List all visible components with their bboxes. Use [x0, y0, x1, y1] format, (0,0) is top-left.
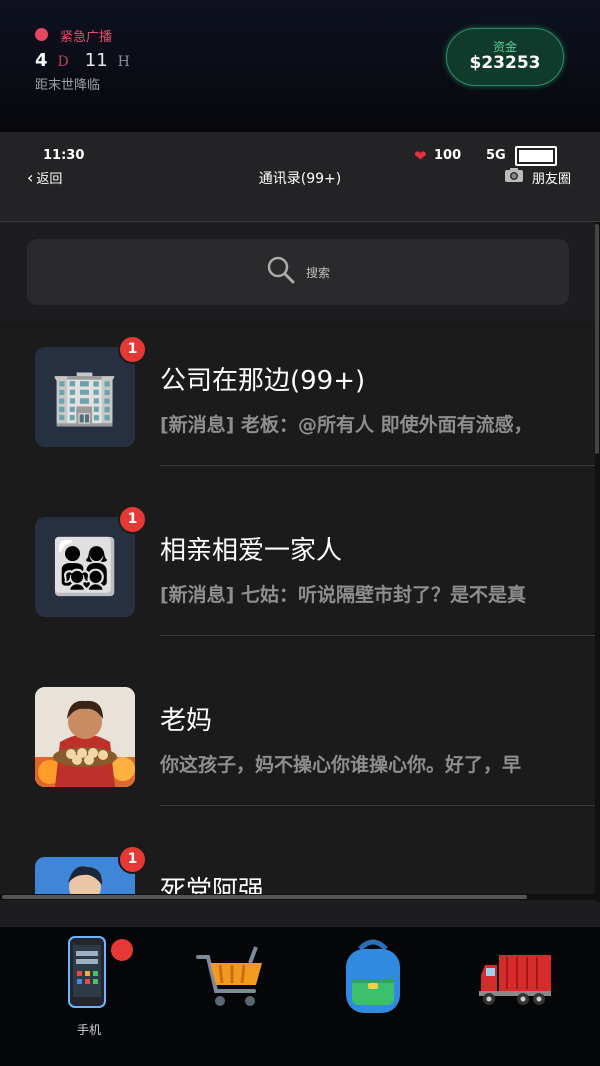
search-icon: [266, 255, 296, 289]
hours-value: 11: [84, 50, 108, 71]
mom-portrait: [35, 687, 135, 787]
funds-display[interactable]: 资金 $23253: [446, 28, 564, 86]
moments-label: 朋友圈: [532, 171, 572, 187]
phone-notification-badge: [111, 939, 133, 961]
chevron-left-icon: ‹: [27, 168, 34, 187]
clock: 11:30: [43, 148, 85, 163]
funds-value: $23253: [469, 53, 541, 73]
page-title: 通讯录(99+): [258, 171, 342, 187]
phone-icon: [67, 935, 111, 1017]
shopping-cart-icon: [190, 935, 270, 1019]
funds-label: 资金: [492, 40, 517, 54]
search-area: 搜索: [0, 223, 600, 323]
chat-item-family[interactable]: 👨‍👩‍👧‍👦 1 相亲相爱一家人 [新消息] 七姑：听说隔壁市封了？是不是真: [0, 492, 595, 662]
emergency-broadcast-label[interactable]: 紧急广播: [60, 26, 112, 45]
chat-preview: [新消息] 老板：@所有人 即使外面有流感，: [160, 414, 533, 436]
chat-item-company[interactable]: 🏢 1 公司在那边(99+) [新消息] 老板：@所有人 即使外面有流感，: [0, 322, 595, 492]
hours-unit: H: [117, 54, 130, 70]
phone-top-bar: 11:30 ❤ 100 5G ‹ 返回 通讯录(99+) 朋友圈: [0, 132, 600, 222]
divider: [160, 805, 595, 806]
unread-badge: 1: [118, 845, 147, 874]
nav-shop[interactable]: [175, 935, 285, 1045]
phone-screen: 11:30 ❤ 100 5G ‹ 返回 通讯录(99+) 朋友圈 搜索 🏢 1: [0, 132, 600, 926]
chat-preview: [新消息] 七姑：听说隔壁市封了？是不是真: [160, 584, 526, 606]
health-value: 100: [434, 148, 462, 163]
nav-truck[interactable]: [460, 935, 570, 1045]
divider: [160, 635, 595, 636]
chat-name: 死党阿强: [160, 876, 265, 897]
backpack-icon: [338, 935, 408, 1019]
office-building-icon: 🏢: [35, 347, 135, 447]
bottom-navigation: 手机: [0, 926, 600, 1066]
chat-item-best-friend[interactable]: 1 死党阿强: [0, 832, 595, 897]
back-button[interactable]: ‹ 返回: [27, 168, 63, 188]
horizontal-scrollbar[interactable]: [0, 894, 600, 900]
family-icon: 👨‍👩‍👧‍👦: [35, 517, 135, 617]
unread-badge: 1: [118, 505, 147, 534]
back-label: 返回: [36, 172, 63, 187]
vertical-scrollbar-thumb[interactable]: [595, 224, 599, 454]
top-status-header: 紧急广播 4 D 11 H 距末世降临 资金 $23253: [0, 0, 600, 132]
chat-name: 相亲相爱一家人: [160, 536, 343, 566]
camera-icon: [504, 167, 524, 187]
countdown-caption: 距末世降临: [35, 78, 101, 93]
moments-button[interactable]: 朋友圈: [504, 167, 571, 187]
battery-icon: [515, 146, 557, 166]
chat-item-mom[interactable]: 老妈 你这孩子，妈不操心你谁操心你。好了，早: [0, 662, 595, 832]
chat-list[interactable]: 🏢 1 公司在那边(99+) [新消息] 老板：@所有人 即使外面有流感， 👨‍…: [0, 322, 595, 897]
divider: [160, 465, 595, 466]
nav-phone-label: 手机: [76, 1023, 101, 1037]
doomsday-countdown: 4 D 11 H: [35, 50, 130, 71]
chat-preview: 你这孩子，妈不操心你谁操心你。好了，早: [160, 754, 522, 776]
nav-backpack[interactable]: [318, 935, 428, 1045]
horizontal-scrollbar-thumb[interactable]: [2, 895, 527, 899]
chat-name: 老妈: [160, 706, 213, 736]
chat-name: 公司在那边(99+): [160, 366, 366, 396]
heart-icon: ❤: [414, 147, 427, 165]
search-input[interactable]: 搜索: [27, 239, 569, 305]
alert-dot-icon: [35, 28, 48, 41]
days-value: 4: [35, 50, 48, 71]
days-unit: D: [57, 54, 69, 70]
truck-icon: [477, 935, 553, 1019]
network-indicator: 5G: [486, 148, 506, 163]
unread-badge: 1: [118, 335, 147, 364]
search-placeholder: 搜索: [305, 265, 330, 280]
